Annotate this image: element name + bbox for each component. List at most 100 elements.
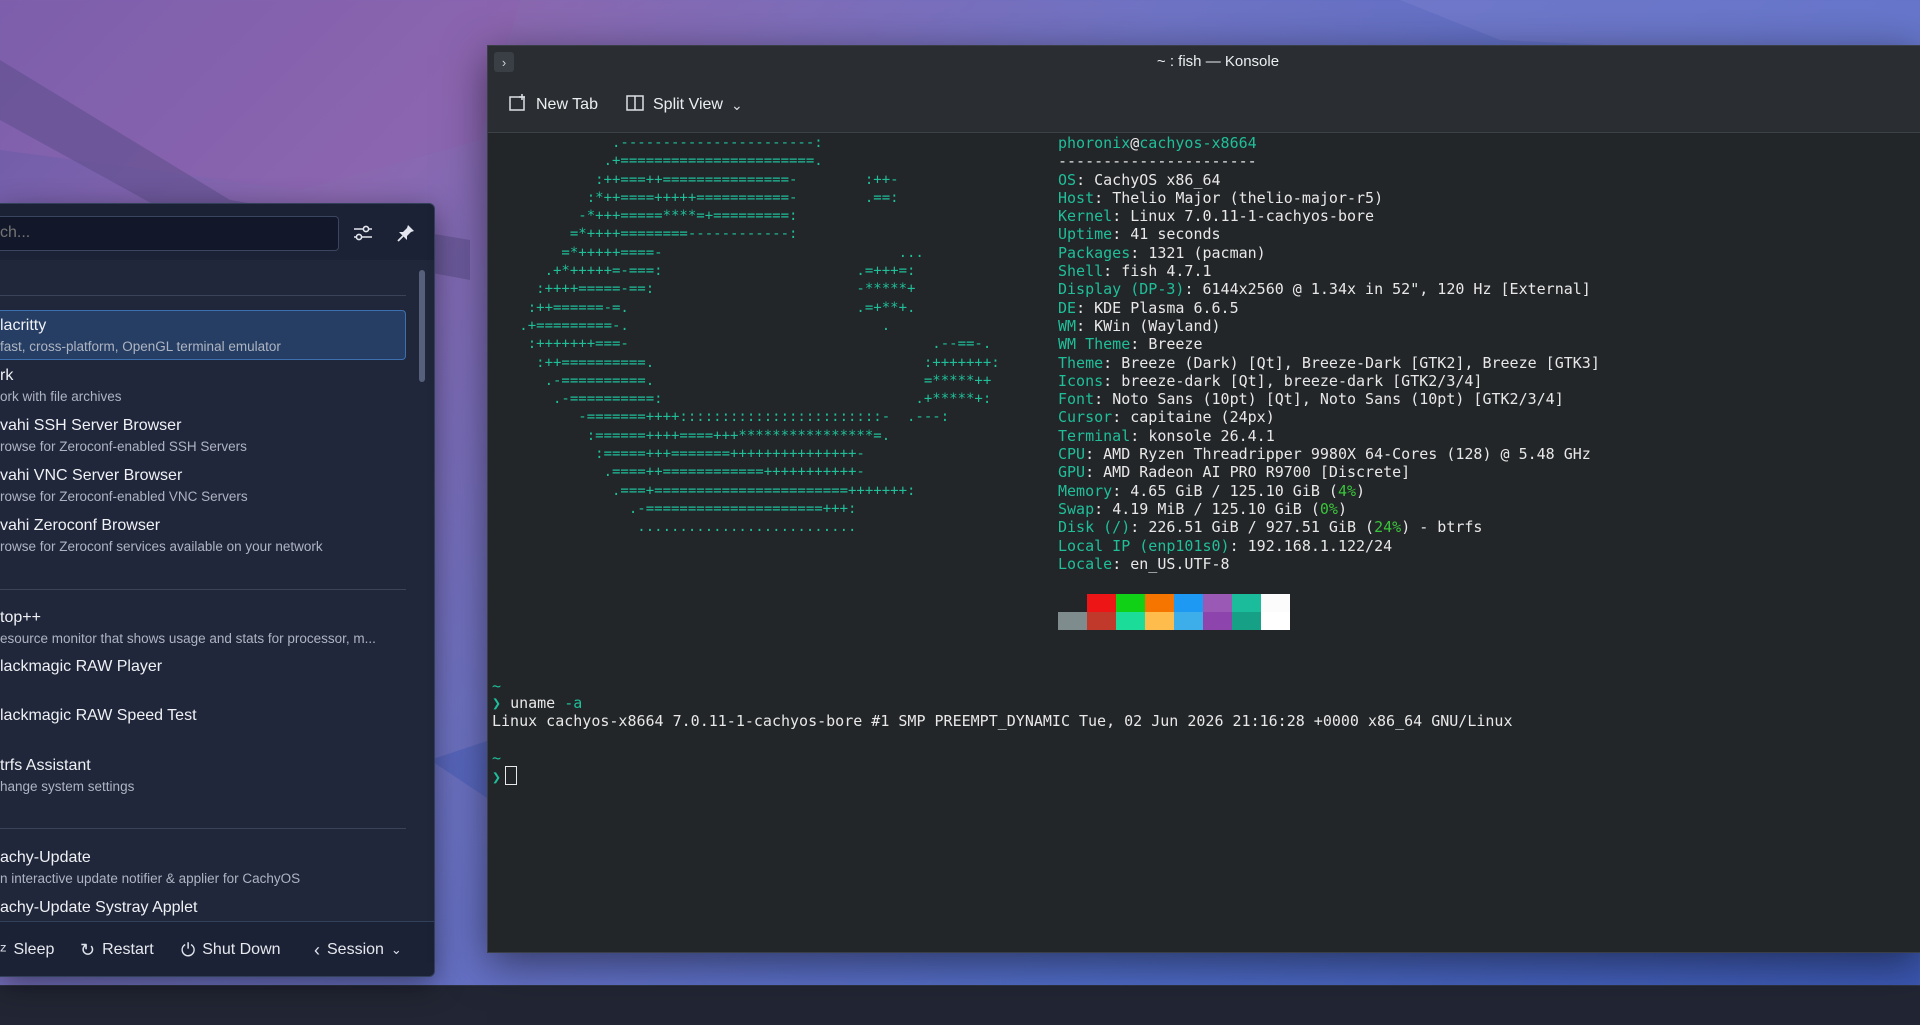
session-icon: ‹: [314, 939, 320, 960]
info-line: Icons: breeze-dark [Qt], breeze-dark [GT…: [1058, 371, 1483, 390]
app-description: esource monitor that shows usage and sta…: [0, 631, 376, 646]
info-value: Linux 7.0.11-1-cachyos-bore: [1130, 207, 1375, 226]
restart-label: Restart: [102, 941, 154, 958]
command-line: ❯ uname -a: [492, 694, 582, 712]
title-bar[interactable]: › ~ : fish — Konsole: [488, 46, 1920, 78]
info-key: Local IP (enp101s0): [1058, 536, 1230, 555]
palette-swatch: [1232, 594, 1261, 630]
application-launcher: lacritty fast, cross-platform, OpenGL te…: [0, 203, 435, 977]
info-value: Noto Sans (10pt) [Qt], Noto Sans (10pt) …: [1112, 390, 1564, 409]
app-title: lackmagic RAW Player: [0, 658, 163, 675]
split-view-label: Split View: [653, 96, 723, 113]
info-line: Memory: 4.65 GiB / 125.10 GiB (4%): [1058, 481, 1366, 500]
app-item-btop[interactable]: top++ esource monitor that shows usage a…: [0, 603, 406, 651]
info-line: Theme: Breeze (Dark) [Qt], Breeze-Dark […: [1058, 353, 1600, 372]
restart-button[interactable]: ↻ Restart: [80, 938, 154, 962]
app-description: rowse for Zeroconf-enabled VNC Servers: [0, 489, 248, 504]
command: uname: [510, 694, 556, 712]
separator: [0, 589, 406, 590]
sleep-button[interactable]: ᶻ Sleep: [0, 938, 54, 962]
info-value: AMD Radeon AI PRO R9700 [Discrete]: [1103, 463, 1411, 482]
split-view-icon: [625, 93, 645, 118]
konsole-window: › ~ : fish — Konsole New Tab Split View …: [487, 45, 1920, 953]
app-title: lacritty: [0, 317, 47, 334]
info-line: Locale: en_US.UTF-8: [1058, 554, 1230, 573]
restart-icon: ↻: [80, 939, 96, 960]
info-key: OS: [1058, 170, 1077, 189]
app-item-blackmagic-raw-player[interactable]: lackmagic RAW Player: [0, 652, 406, 700]
info-key: WM: [1058, 316, 1077, 335]
info-key: Packages: [1058, 243, 1131, 262]
launcher-footer: ᶻ Sleep ↻ Restart ⏻ Shut Down ‹ Session …: [0, 921, 434, 976]
info-value: ) - btrfs: [1401, 518, 1483, 537]
info-line: WM Theme: Breeze: [1058, 335, 1203, 354]
text-cursor: [505, 766, 518, 785]
search-input[interactable]: [0, 217, 320, 248]
info-line: Shell: fish 4.7.1: [1058, 262, 1212, 281]
app-item-avahi-zeroconf[interactable]: vahi Zeroconf Browser rowse for Zeroconf…: [0, 511, 406, 559]
split-view-button[interactable]: Split View ⌄: [625, 92, 743, 118]
shutdown-button[interactable]: ⏻ Shut Down: [181, 938, 281, 962]
sleep-label: Sleep: [13, 941, 55, 958]
prompt-tilde: ~: [492, 749, 502, 767]
app-description: n interactive update notifier & applier …: [0, 871, 301, 886]
info-key: Uptime: [1058, 225, 1113, 244]
palette-swatch: [1116, 594, 1145, 630]
pin-icon[interactable]: [393, 220, 419, 246]
app-description: ork with file archives: [0, 389, 122, 404]
app-item-btrfs-assistant[interactable]: trfs Assistant hange system settings: [0, 751, 406, 799]
command-output: Linux cachyos-x8664 7.0.11-1-cachyos-bor…: [492, 712, 1513, 730]
scrollbar-thumb[interactable]: [419, 270, 425, 382]
info-line: Cursor: capitaine (24px): [1058, 408, 1275, 427]
info-line: Packages: 1321 (pacman): [1058, 243, 1266, 262]
info-key: Disk (/): [1058, 518, 1131, 537]
terminal-area[interactable]: .-----------------------: .+============…: [488, 133, 1920, 952]
sliders-icon[interactable]: [350, 220, 376, 246]
info-key: DE: [1058, 298, 1077, 317]
info-key: WM Theme: [1058, 335, 1131, 354]
info-key: Host: [1058, 188, 1095, 207]
app-title: trfs Assistant: [0, 757, 91, 774]
info-value: 226.51 GiB / 927.51 GiB (: [1148, 518, 1375, 537]
info-line: Swap: 4.19 MiB / 125.10 GiB (0%): [1058, 499, 1347, 518]
app-title: top++: [0, 609, 41, 626]
info-key: Memory: [1058, 481, 1113, 500]
app-item-ark[interactable]: rk ork with file archives: [0, 361, 406, 409]
search-field[interactable]: [0, 216, 339, 251]
info-value: Thelio Major (thelio-major-r5): [1112, 188, 1384, 207]
color-palette: [1058, 594, 1290, 630]
info-line: Local IP (enp101s0): 192.168.1.122/24: [1058, 536, 1393, 555]
active-prompt[interactable]: ❯: [492, 766, 518, 786]
app-item-avahi-ssh[interactable]: vahi SSH Server Browser rowse for Zeroco…: [0, 411, 406, 459]
info-line: Font: Noto Sans (10pt) [Qt], Noto Sans (…: [1058, 390, 1564, 409]
separator: [0, 295, 406, 296]
prompt-icon: ❯: [492, 768, 502, 786]
info-line: GPU: AMD Radeon AI PRO R9700 [Discrete]: [1058, 463, 1411, 482]
app-title: vahi Zeroconf Browser: [0, 517, 161, 534]
taskbar: [0, 985, 1920, 1025]
info-value: breeze-dark [Qt], breeze-dark [GTK2/3/4]: [1121, 371, 1483, 390]
app-item-avahi-vnc[interactable]: vahi VNC Server Browser rowse for Zeroco…: [0, 461, 406, 509]
info-value: KWin (Wayland): [1094, 316, 1221, 335]
info-line: Terminal: konsole 26.4.1: [1058, 426, 1275, 445]
session-button[interactable]: ‹ Session ⌄: [314, 938, 402, 962]
app-description: hange system settings: [0, 779, 135, 794]
info-value: konsole 26.4.1: [1148, 426, 1275, 445]
info-value: KDE Plasma 6.6.5: [1094, 298, 1239, 317]
app-title: vahi VNC Server Browser: [0, 467, 183, 484]
info-line: CPU: AMD Ryzen Threadripper 9980X 64-Cor…: [1058, 445, 1591, 464]
info-value: 4.65 GiB / 125.10 GiB (: [1130, 481, 1338, 500]
separator: [0, 828, 406, 829]
system-info: phoronix@cachyos-x8664 -----------------…: [1058, 134, 1600, 573]
palette-swatch: [1145, 594, 1174, 630]
new-tab-button[interactable]: New Tab: [508, 92, 598, 118]
app-item-blackmagic-raw-speed-test[interactable]: lackmagic RAW Speed Test: [0, 701, 406, 749]
app-title: rk: [0, 367, 14, 384]
app-item-cachy-update[interactable]: achy-Update n interactive update notifie…: [0, 843, 406, 891]
info-value: Breeze: [1148, 335, 1203, 354]
info-key: CPU: [1058, 445, 1086, 464]
prompt-tilde: ~: [492, 677, 502, 695]
host: cachyos-x8664: [1139, 134, 1257, 152]
info-line: OS: CachyOS x86_64: [1058, 170, 1221, 189]
app-item-alacritty[interactable]: lacritty fast, cross-platform, OpenGL te…: [0, 310, 406, 360]
